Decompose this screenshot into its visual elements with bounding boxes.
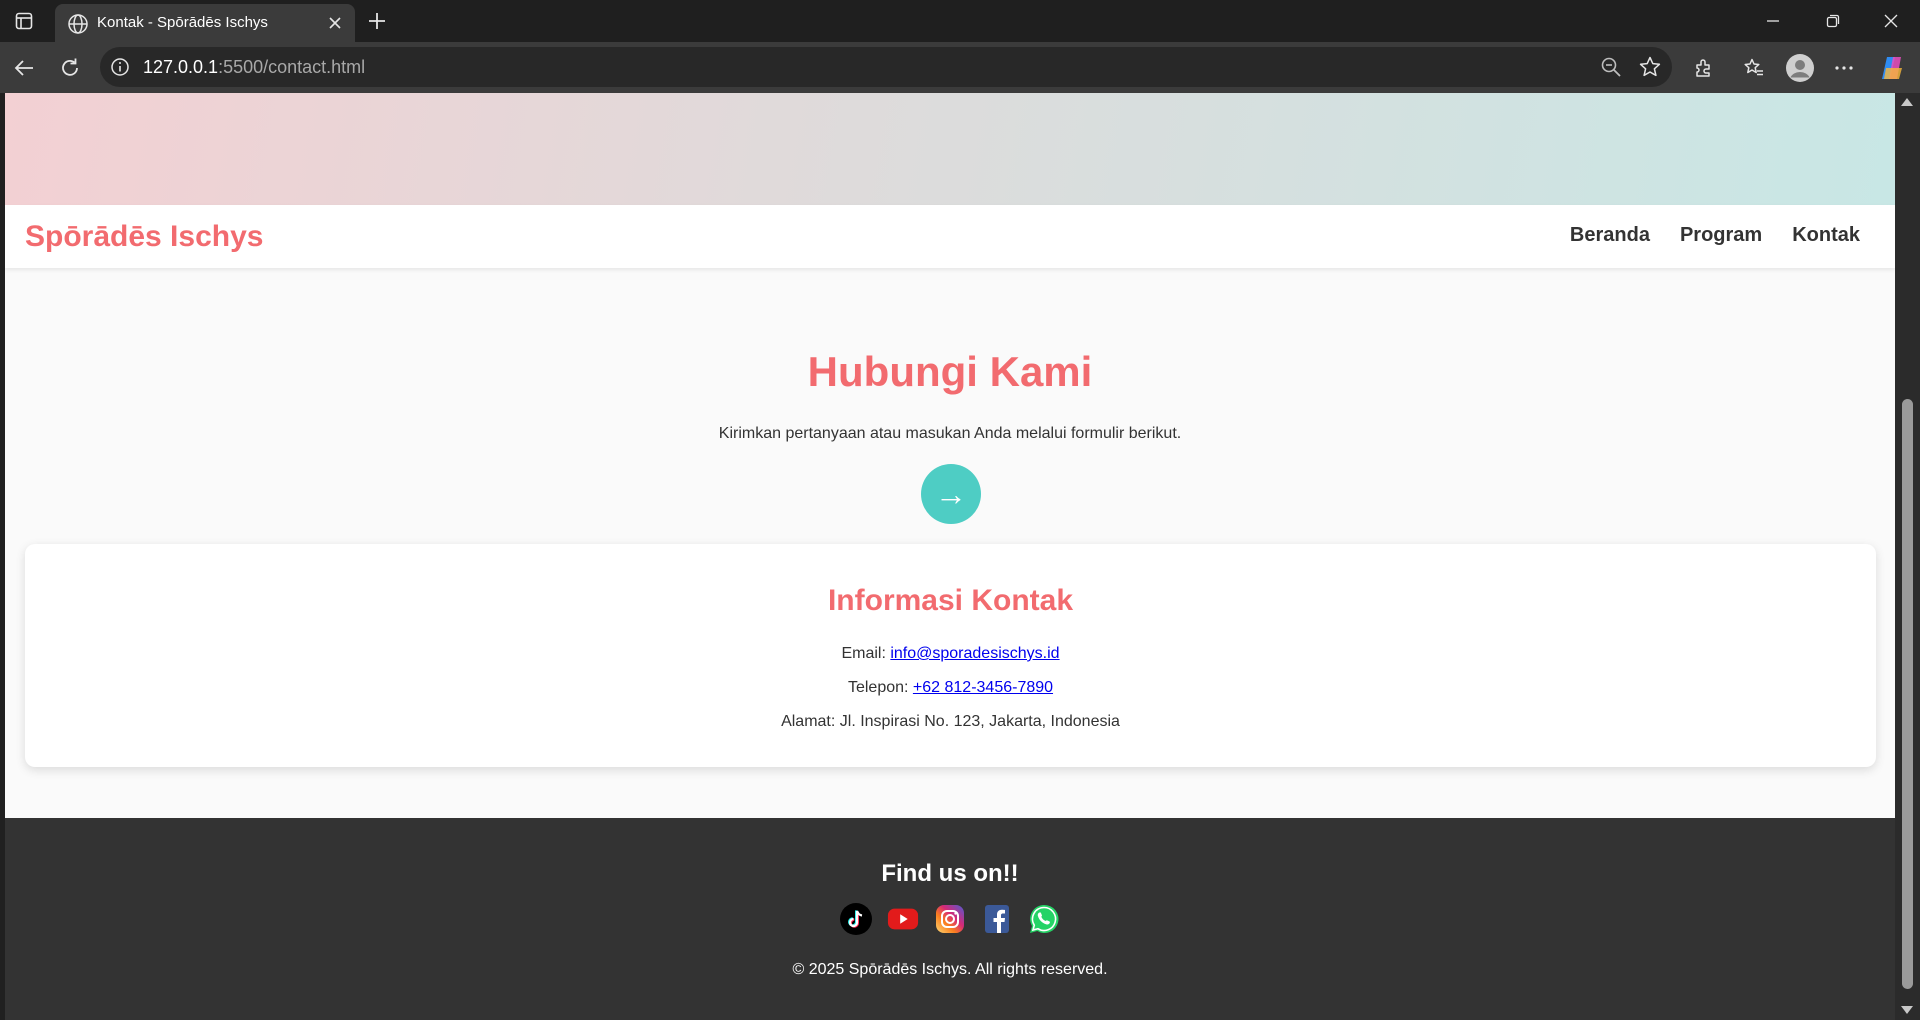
restore-icon[interactable] (1810, 6, 1856, 36)
zoom-out-icon[interactable] (1600, 56, 1622, 78)
address-bar[interactable]: 127.0.0.1:5500/contact.html (100, 47, 1672, 87)
page-subtitle: Kirimkan pertanyaan atau masukan Anda me… (718, 425, 1182, 442)
instagram-icon[interactable] (934, 903, 966, 935)
minimize-icon[interactable] (1750, 6, 1796, 36)
browser-titlebar: Kontak - Spōrādēs Ischys (0, 0, 1920, 42)
scrollbar-thumb[interactable] (1902, 399, 1913, 989)
site-navbar: Spōrādēs Ischys Beranda Program Kontak (5, 205, 1895, 268)
extensions-icon[interactable] (1688, 52, 1720, 84)
phone-line: Telepon: +62 812-3456-7890 (25, 679, 1876, 697)
footer-title: Find us on!! (881, 860, 1019, 887)
tiktok-icon[interactable] (840, 903, 872, 935)
nav-links: Beranda Program Kontak (1570, 224, 1860, 247)
new-tab-icon[interactable] (364, 8, 390, 34)
tab-actions-icon[interactable] (12, 9, 36, 33)
site-info-icon[interactable] (110, 57, 130, 77)
nav-link-program[interactable]: Program (1680, 224, 1762, 247)
social-links (5, 903, 1895, 935)
arrow-right-button[interactable]: → (921, 464, 981, 524)
youtube-icon[interactable] (887, 903, 919, 935)
nav-link-beranda[interactable]: Beranda (1570, 224, 1650, 247)
favorites-icon[interactable] (1738, 52, 1770, 84)
phone-label: Telepon: (847, 679, 913, 696)
globe-icon (67, 13, 89, 35)
phone-link[interactable]: +62 812-3456-7890 (913, 679, 1053, 696)
scroll-up-arrow-icon[interactable] (1901, 98, 1913, 106)
profile-avatar-icon[interactable] (1784, 52, 1816, 84)
site-footer: Find us on!! © 2025 Spōrādēs Ischys. All… (5, 818, 1895, 1020)
url-text[interactable]: 127.0.0.1:5500/contact.html (143, 57, 365, 78)
scroll-down-arrow-icon[interactable] (1901, 1006, 1913, 1014)
copyright-text: © 2025 Spōrādēs Ischys. All rights reser… (792, 961, 1108, 978)
facebook-icon[interactable] (981, 903, 1013, 935)
whatsapp-icon[interactable] (1028, 903, 1060, 935)
refresh-icon[interactable] (54, 52, 86, 84)
contact-info-card: Informasi Kontak Email: info@sporadesisc… (25, 544, 1876, 767)
contact-info-title: Informasi Kontak (827, 584, 1074, 617)
site-logo[interactable]: Spōrādēs Ischys (25, 220, 263, 254)
close-tab-icon[interactable] (325, 13, 345, 33)
hero-gradient-band (5, 93, 1895, 205)
email-link[interactable]: info@sporadesischys.id (890, 645, 1059, 662)
email-line: Email: info@sporadesischys.id (25, 645, 1876, 663)
favorite-star-icon[interactable] (1638, 55, 1662, 79)
back-icon[interactable] (8, 52, 40, 84)
page-viewport: Spōrādēs Ischys Beranda Program Kontak H… (5, 93, 1895, 1020)
nav-link-kontak[interactable]: Kontak (1792, 224, 1860, 247)
more-menu-icon[interactable] (1828, 52, 1860, 84)
tab-title: Kontak - Spōrādēs Ischys (97, 14, 268, 31)
close-window-icon[interactable] (1868, 6, 1914, 36)
page-title: Hubungi Kami (807, 348, 1093, 395)
email-label: Email: (841, 645, 891, 662)
copilot-icon[interactable] (1876, 52, 1908, 84)
browser-toolbar: 127.0.0.1:5500/contact.html (0, 42, 1920, 93)
active-tab[interactable]: Kontak - Spōrādēs Ischys (55, 4, 355, 42)
page-scrollbar[interactable] (1895, 93, 1920, 1020)
address-line: Alamat: Jl. Inspirasi No. 123, Jakarta, … (781, 713, 1120, 730)
